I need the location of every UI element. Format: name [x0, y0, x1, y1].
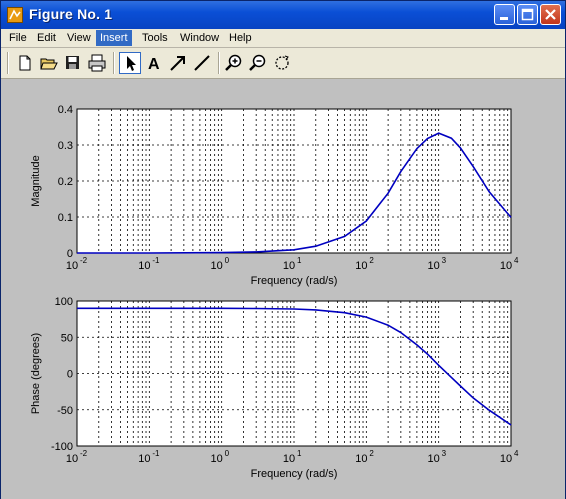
y-tick-label: 0	[67, 248, 73, 260]
x-tick-exponent: 2	[369, 256, 374, 265]
zoom-in-icon[interactable]	[223, 52, 245, 74]
x-tick-label: 10	[66, 260, 78, 272]
x-tick-exponent: -2	[80, 256, 88, 265]
x-tick-label: 10	[355, 453, 367, 465]
rotate-icon[interactable]	[271, 52, 293, 74]
x-tick-label: 10	[211, 260, 223, 272]
x-tick-label: 10	[428, 260, 440, 272]
zoom-out-icon[interactable]	[247, 52, 269, 74]
new-file-icon[interactable]	[14, 52, 36, 74]
y-axis-label: Magnitude	[30, 155, 42, 206]
select-arrow-icon[interactable]	[119, 52, 141, 74]
y-tick-label: -50	[57, 405, 73, 417]
minimize-button[interactable]	[494, 4, 515, 25]
bode-plot-svg: 00.10.20.30.410 -2 10 -1 10 0 10 1 10 2 10 3 10 4Freq…	[30, 104, 519, 480]
print-icon[interactable]	[86, 52, 108, 74]
x-tick-exponent: -1	[152, 449, 160, 458]
x-tick-label: 10	[500, 260, 512, 272]
x-tick-exponent: 1	[297, 449, 302, 458]
x-tick-exponent: 3	[442, 449, 447, 458]
close-button[interactable]	[540, 4, 561, 25]
figure-canvas: 0 0.1 0.2 0.3 0.4 10 -2 10 -1 10 0 10 1 10 2 10 3 10 4 Freq…	[1, 79, 565, 499]
x-tick-exponent: -2	[80, 449, 88, 458]
menu-bar: File Edit View Insert Tools Window Help	[1, 29, 565, 48]
y-tick-label: -100	[51, 441, 73, 453]
menu-help[interactable]: Help	[225, 30, 256, 46]
y-tick-label: 0.1	[58, 212, 73, 224]
x-tick-label: 10	[211, 453, 223, 465]
x-tick-label: 10	[138, 260, 150, 272]
x-tick-exponent: 0	[225, 256, 230, 265]
x-tick-exponent: 0	[225, 449, 230, 458]
arrow-tool-icon[interactable]	[167, 52, 189, 74]
text-icon[interactable]: A	[143, 52, 165, 74]
x-tick-exponent: 2	[369, 449, 374, 458]
y-tick-label: 50	[61, 332, 73, 344]
x-tick-exponent: 3	[442, 256, 447, 265]
toolbar: A	[1, 48, 565, 79]
menu-tools[interactable]: Tools	[138, 30, 172, 46]
x-tick-label: 10	[500, 453, 512, 465]
toolbar-grip	[7, 52, 9, 74]
y-tick-label: 0	[67, 369, 73, 381]
y-tick-label: 100	[55, 296, 73, 308]
menu-file[interactable]: File	[5, 30, 31, 46]
title-bar[interactable]: Figure No. 1	[1, 1, 565, 29]
save-icon[interactable]	[62, 52, 84, 74]
x-tick-label: 10	[66, 453, 78, 465]
x-tick-label: 10	[283, 260, 295, 272]
magnitude-axes: 00.10.20.30.410 -2 10 -1 10 0 10 1 10 2 10 3 10 4Freq…	[30, 104, 519, 287]
x-tick-exponent: 4	[514, 256, 519, 265]
phase-axes: 100500-50-10010 -2 10 -1 10 0 10 1 10 2 10 3 10 4Freq…	[30, 296, 519, 480]
window-title: Figure No. 1	[29, 6, 113, 22]
toolbar-separator	[113, 52, 115, 74]
menu-window[interactable]: Window	[176, 30, 223, 46]
y-axis-label: Phase (degrees)	[30, 333, 42, 414]
svg-text:A: A	[148, 56, 160, 73]
maximize-button[interactable]	[517, 4, 538, 25]
matlab-figure-icon	[7, 7, 23, 23]
y-tick-label: 0.3	[58, 140, 73, 152]
menu-edit[interactable]: Edit	[33, 30, 60, 46]
x-tick-label: 10	[138, 453, 150, 465]
x-tick-exponent: 4	[514, 449, 519, 458]
y-tick-label: 0.2	[58, 176, 73, 188]
figure-window: Figure No. 1 File Edit View Insert Tools…	[0, 0, 566, 499]
menu-view[interactable]: View	[63, 30, 95, 46]
line-tool-icon[interactable]	[191, 52, 213, 74]
x-tick-exponent: 1	[297, 256, 302, 265]
x-axis-label: Frequency (rad/s)	[251, 468, 338, 480]
open-folder-icon[interactable]	[38, 52, 60, 74]
x-axis-label: Frequency (rad/s)	[251, 275, 338, 287]
toolbar-separator	[218, 52, 220, 74]
x-tick-label: 10	[283, 453, 295, 465]
x-tick-exponent: -1	[152, 256, 160, 265]
x-tick-label: 10	[428, 453, 440, 465]
x-tick-label: 10	[355, 260, 367, 272]
y-tick-label: 0.4	[58, 104, 73, 116]
menu-insert[interactable]: Insert	[96, 30, 132, 46]
